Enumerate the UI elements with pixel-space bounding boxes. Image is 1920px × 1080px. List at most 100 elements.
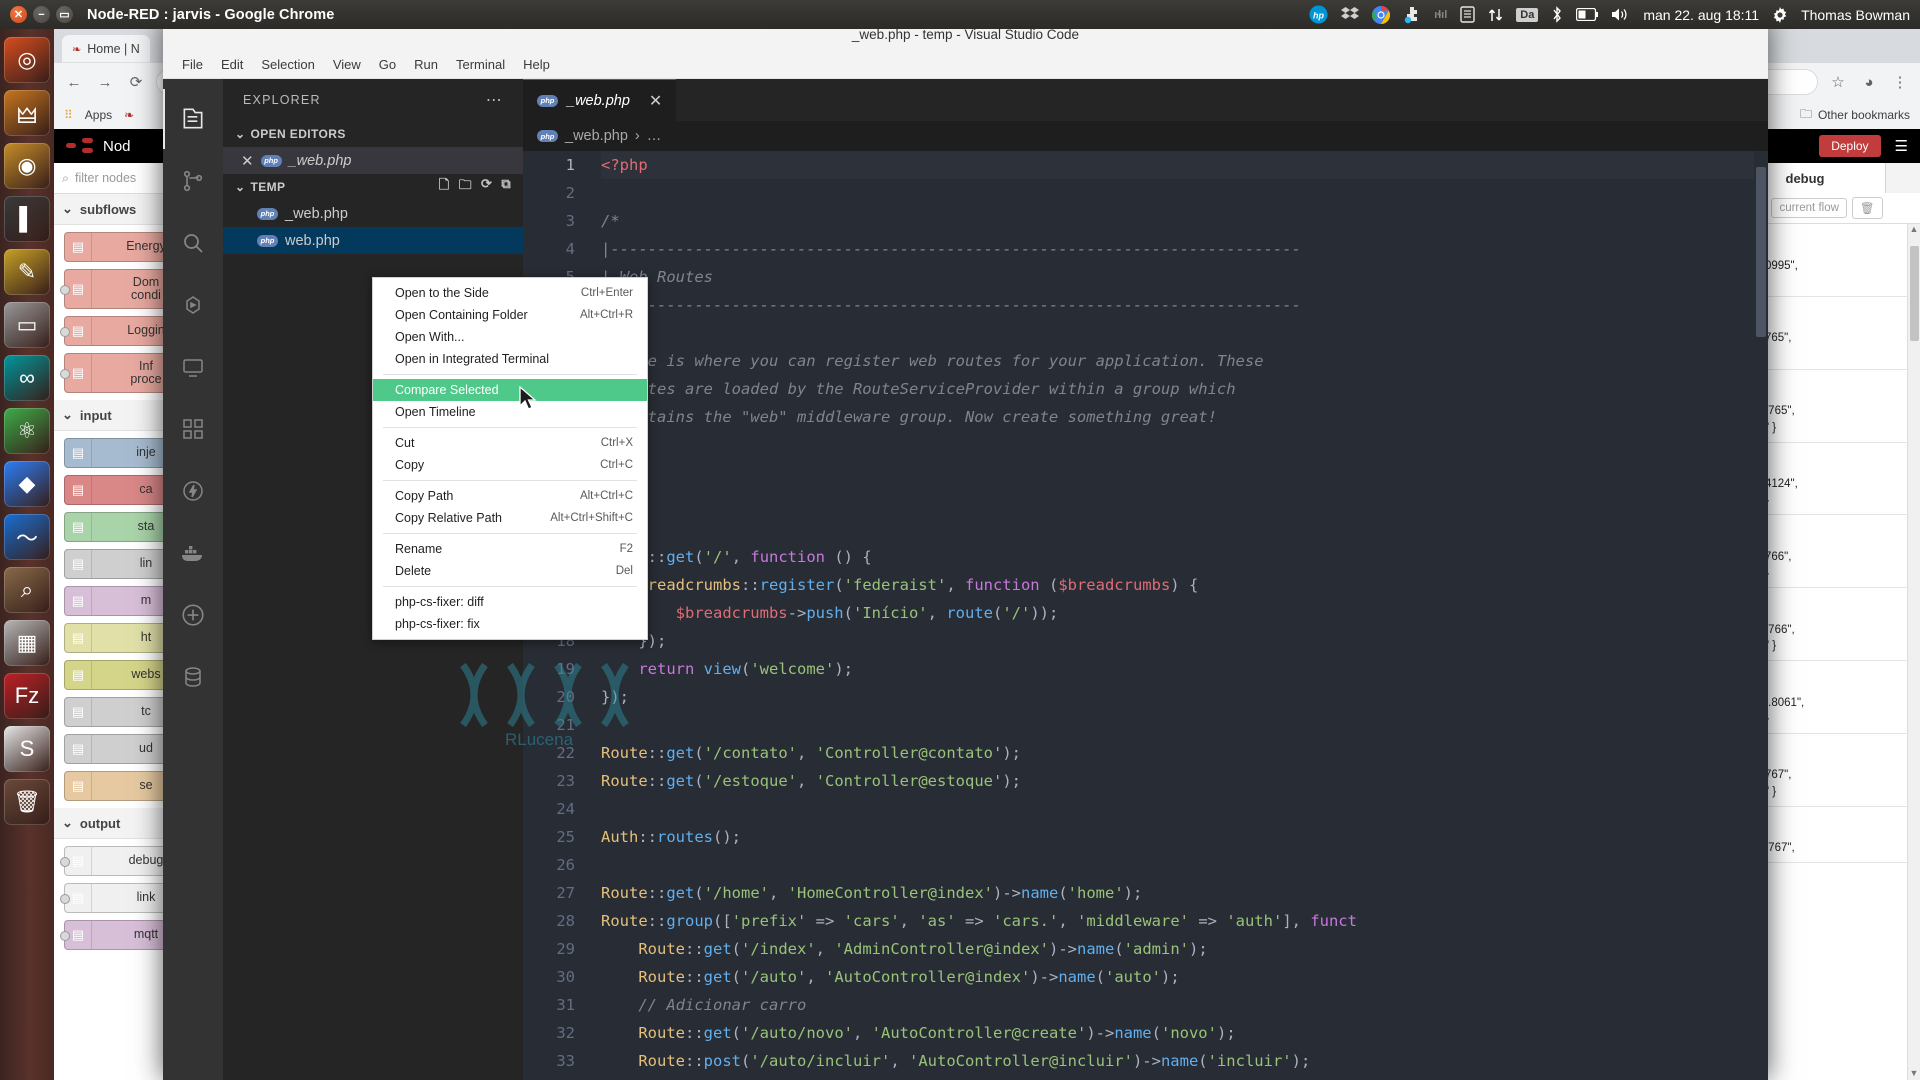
keyboard-layout-icon[interactable]: Da: [1516, 7, 1539, 22]
new-file-icon[interactable]: 🗋: [439, 176, 450, 198]
menu-item-open-timeline[interactable]: Open Timeline: [373, 401, 647, 423]
launcher-item-google-chrome[interactable]: ◉: [4, 143, 50, 189]
debug-scroll-thumb[interactable]: [1910, 246, 1919, 341]
source-control-icon[interactable]: [163, 151, 223, 211]
menu-item-php-cs-fixer-fix[interactable]: php-cs-fixer: fix: [373, 613, 647, 635]
filter-current-flow-button[interactable]: current flow: [1771, 198, 1847, 218]
editor-scroll-thumb[interactable]: [1756, 167, 1766, 337]
chevron-down-icon[interactable]: ▼: [1908, 1068, 1920, 1078]
menu-item-open-in-integrated-terminal[interactable]: Open in Integrated Terminal: [373, 348, 647, 370]
menu-item-open-with[interactable]: Open With...: [373, 326, 647, 348]
menu-selection[interactable]: Selection: [252, 54, 323, 75]
menu-item-open-to-the-side[interactable]: Open to the Side Ctrl+Enter: [373, 282, 647, 304]
notes-icon[interactable]: [1460, 6, 1475, 23]
editor-tab-web-php[interactable]: php _web.php ✕: [523, 79, 677, 121]
debug-scrollbar[interactable]: ▲ ▼: [1907, 224, 1920, 1080]
menu-item-open-containing-folder[interactable]: Open Containing Folder Alt+Ctrl+R: [373, 304, 647, 326]
launcher-item-trash[interactable]: 🗑: [4, 779, 50, 825]
launcher-item-image-viewer[interactable]: ⌕: [4, 567, 50, 613]
launcher-item-libreoffice-draw[interactable]: ✎: [4, 249, 50, 295]
menu-help[interactable]: Help: [514, 54, 559, 75]
explorer-icon[interactable]: [163, 89, 223, 149]
launcher-item-monitor-app[interactable]: 〜: [4, 514, 50, 560]
folder-header[interactable]: ⌄ TEMP 🗋 🗀 ⟳ ⧉: [223, 174, 523, 200]
menu-item-delete[interactable]: Delete Del: [373, 560, 647, 582]
menu-item-rename[interactable]: Rename F2: [373, 538, 647, 560]
dropbox-icon[interactable]: [1341, 6, 1360, 24]
launcher-item-atom-editor[interactable]: ⚛: [4, 408, 50, 454]
file-context-menu[interactable]: Open to the Side Ctrl+Enter Open Containin…: [372, 277, 648, 640]
thunder-client-icon[interactable]: [163, 461, 223, 521]
docker-icon[interactable]: [163, 523, 223, 583]
battery-icon[interactable]: [1576, 8, 1599, 21]
reload-icon[interactable]: ⟳: [125, 71, 147, 93]
menu-view[interactable]: View: [324, 54, 370, 75]
launcher-item-file-manager[interactable]: ▭: [4, 302, 50, 348]
new-folder-icon[interactable]: 🗀: [459, 176, 472, 198]
activity-bar[interactable]: [163, 79, 223, 1080]
close-icon[interactable]: ✕: [10, 6, 27, 23]
menu-file[interactable]: File: [173, 54, 212, 75]
breadcrumb-file[interactable]: _web.php: [565, 128, 628, 144]
vscode-menubar[interactable]: File Edit Selection View Go Run Terminal Help: [163, 51, 1768, 79]
search-icon[interactable]: [163, 213, 223, 273]
open-editors-header[interactable]: ⌄ OPEN EDITORS: [223, 121, 523, 147]
unity-launcher[interactable]: ◎ 🜲 ◉ ▌ ✎ ▭ ∞ ⚛ ◆ 〜 ⌕ ▦ Fz S 🗑: [0, 29, 54, 1080]
minimize-icon[interactable]: −: [33, 6, 50, 23]
user-menu[interactable]: Thomas Bowman: [1801, 7, 1910, 23]
launcher-item-arduino-ide[interactable]: ∞: [4, 355, 50, 401]
menu-item-compare-selected[interactable]: Compare Selected: [373, 379, 647, 401]
chrome-tab[interactable]: ❧ Home | N: [62, 35, 150, 63]
system-tray[interactable]: hp ıɬıl Da man 22. aug 18:11 Thomas Bowm…: [1309, 5, 1910, 24]
open-editor-item[interactable]: ✕ php _web.php: [223, 147, 523, 174]
chevron-down-icon[interactable]: ⌄: [235, 180, 245, 194]
other-bookmarks-label[interactable]: Other bookmarks: [1818, 108, 1910, 122]
file-row-web-php-underscore[interactable]: php _web.php: [223, 200, 523, 227]
chevron-up-icon[interactable]: ▲: [1908, 224, 1920, 234]
menu-item-copy[interactable]: Copy Ctrl+C: [373, 454, 647, 476]
database-icon[interactable]: [163, 647, 223, 707]
settings-puzzle-icon[interactable]: [1403, 6, 1421, 24]
ellipsis-icon[interactable]: ⋯: [486, 90, 503, 110]
launcher-item-firefox[interactable]: 🜲: [4, 90, 50, 136]
breadcrumb-symbol[interactable]: …: [647, 128, 662, 144]
refresh-icon[interactable]: ⟳: [481, 176, 492, 198]
menu-terminal[interactable]: Terminal: [447, 54, 514, 75]
menu-go[interactable]: Go: [370, 54, 405, 75]
remote-explorer-icon[interactable]: [163, 337, 223, 397]
menu-item-php-cs-fixer-diff[interactable]: php-cs-fixer: diff: [373, 591, 647, 613]
launcher-item-dropbox[interactable]: ◆: [4, 461, 50, 507]
chrome-icon[interactable]: [1372, 5, 1391, 24]
star-icon[interactable]: ☆: [1827, 71, 1849, 93]
gear-icon[interactable]: [1772, 6, 1788, 23]
network-updown-icon[interactable]: [1488, 7, 1503, 23]
launcher-item-ubuntu-dash[interactable]: ◎: [4, 37, 50, 83]
close-icon[interactable]: ✕: [649, 91, 662, 111]
editor-scrollbar[interactable]: [1754, 151, 1768, 1080]
nodered-bookmark-icon[interactable]: ❧: [124, 108, 134, 122]
settings-gear-icon[interactable]: [163, 585, 223, 645]
launcher-item-terminal[interactable]: ▌: [4, 196, 50, 242]
arrow-right-icon[interactable]: →: [94, 71, 116, 93]
maximize-icon[interactable]: ▭: [56, 6, 73, 23]
close-icon[interactable]: ✕: [241, 152, 254, 170]
launcher-item-filezilla[interactable]: Fz: [4, 673, 50, 719]
launcher-item-calculator[interactable]: ▦: [4, 620, 50, 666]
trash-icon[interactable]: 🗑: [1851, 197, 1883, 219]
extensions-icon[interactable]: [163, 399, 223, 459]
bluetooth-icon[interactable]: [1551, 6, 1563, 23]
clock[interactable]: man 22. aug 18:11: [1643, 7, 1759, 23]
volume-icon[interactable]: [1611, 7, 1630, 22]
bookmark-apps-label[interactable]: Apps: [85, 108, 112, 122]
sidebar-tab-extra[interactable]: [1886, 163, 1920, 193]
menu-item-cut[interactable]: Cut Ctrl+X: [373, 432, 647, 454]
window-controls[interactable]: ✕ − ▭: [10, 6, 73, 23]
breadcrumb[interactable]: php _web.php › …: [523, 121, 1768, 151]
file-row-web-php[interactable]: php web.php: [223, 227, 523, 254]
kebab-menu-icon[interactable]: ⋮: [1889, 71, 1911, 93]
code-editor[interactable]: 1234567891011121314151617181920212223242…: [523, 151, 1768, 1080]
profile-icon[interactable]: ◕: [1858, 71, 1880, 93]
editor-tabs[interactable]: php _web.php ✕: [523, 79, 1768, 121]
launcher-item-slack[interactable]: S: [4, 726, 50, 772]
run-debug-icon[interactable]: [163, 275, 223, 335]
